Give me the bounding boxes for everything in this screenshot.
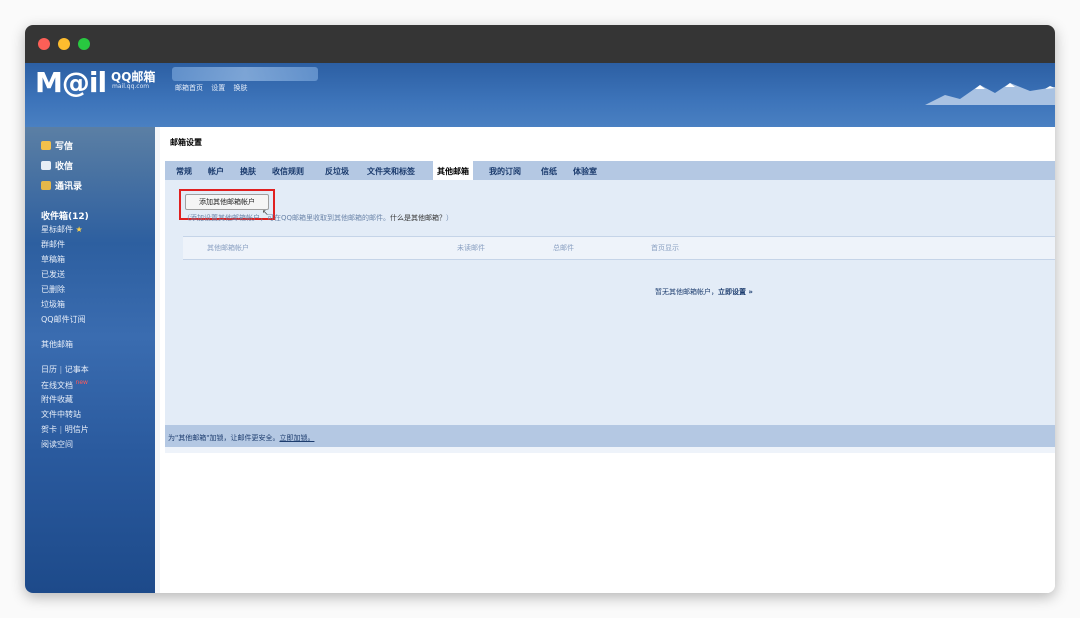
empty-state: 暂无其他邮箱帐户，立即设置 » (655, 287, 753, 297)
lock-now-link[interactable]: 立即加锁。 (279, 434, 314, 442)
contacts-label: 通讯录 (55, 182, 83, 192)
hint-suffix: ） (446, 214, 454, 222)
sidebar-item-reading[interactable]: 阅读空间 (41, 439, 73, 450)
starred-label: 星标邮件 (41, 225, 73, 234)
sidebar-item-calendar[interactable]: 日历 (41, 365, 57, 374)
sidebar: 写信 收信 通讯录 收件箱(12) 星标邮件 ★ 群邮件 草稿箱 已发送 已删除… (25, 127, 155, 593)
mountain-banner-icon (925, 83, 1055, 105)
home-link[interactable]: 邮箱首页 (175, 84, 203, 92)
main-content: 邮箱设置 常规 帐户 换肤 收信规则 反垃圾 文件夹和标签 其他邮箱 我的订阅 … (155, 127, 1055, 593)
add-other-mail-button[interactable]: 添加其他邮箱帐户 (185, 194, 269, 210)
new-badge: new (75, 379, 88, 386)
sidebar-item-sent[interactable]: 已发送 (41, 269, 65, 280)
column-total: 总邮件 (553, 244, 574, 252)
settings-link[interactable]: 设置 (211, 84, 225, 92)
footer-text: 为"其他邮箱"加锁，让邮件更安全。 (168, 434, 280, 442)
help-hint: （添加设置其他邮箱帐户，可在QQ邮箱里收取到其他邮箱的邮件。什么是其他邮箱？） (183, 213, 453, 223)
sidebar-row-cards: 贺卡 | 明信片 (41, 424, 89, 435)
browser-window: M@il QQ邮箱 mail.qq.com 邮箱首页 设置 换肤 写信 收信 通… (25, 25, 1055, 593)
separator: | (59, 365, 63, 374)
skin-link[interactable]: 换肤 (233, 84, 247, 92)
sidebar-item-group-mail[interactable]: 群邮件 (41, 239, 65, 250)
sidebar-item-notebook[interactable]: 记事本 (65, 365, 89, 374)
sidebar-item-attachments[interactable]: 附件收藏 (41, 394, 73, 405)
empty-message: 暂无其他邮箱帐户， (655, 288, 718, 296)
sidebar-item-postcards[interactable]: 明信片 (65, 425, 89, 434)
separator: | (59, 425, 63, 434)
column-homepage-display: 首页显示 (651, 244, 679, 252)
other-mail-panel: 添加其他邮箱帐户 ↖ （添加设置其他邮箱帐户，可在QQ邮箱里收取到其他邮箱的邮件… (165, 180, 1055, 425)
footer-bar: 为"其他邮箱"加锁，让邮件更安全。立即加锁。 (165, 425, 1055, 447)
tab-anti-spam[interactable]: 反垃圾 (325, 166, 349, 177)
tab-other-mail[interactable]: 其他邮箱 (433, 161, 473, 180)
column-account: 其他邮箱帐户 (207, 244, 249, 252)
compose-label: 写信 (55, 142, 74, 152)
sidebar-row-calendar: 日历 | 记事本 (41, 364, 89, 375)
settings-tabs: 常规 帐户 换肤 收信规则 反垃圾 文件夹和标签 其他邮箱 我的订阅 信纸 体验… (165, 161, 1055, 180)
what-is-other-mail-link[interactable]: 什么是其他邮箱？ (390, 214, 446, 222)
inbox-icon (41, 161, 51, 170)
tab-general[interactable]: 常规 (176, 166, 192, 177)
sidebar-item-spam[interactable]: 垃圾箱 (41, 299, 65, 310)
footer-message: 为"其他邮箱"加锁，让邮件更安全。立即加锁。 (168, 433, 314, 443)
user-account-blurred (172, 67, 318, 81)
maximize-window-button[interactable] (78, 38, 90, 50)
divider (165, 447, 1055, 453)
compose-button[interactable]: 写信 (41, 139, 73, 152)
star-icon: ★ (75, 225, 83, 234)
minimize-window-button[interactable] (58, 38, 70, 50)
column-unread: 未读邮件 (457, 244, 485, 252)
contacts-icon (41, 181, 51, 190)
sidebar-item-deleted[interactable]: 已删除 (41, 284, 65, 295)
mail-logo[interactable]: M@il (35, 66, 107, 99)
sidebar-item-transfer[interactable]: 文件中转站 (41, 409, 81, 420)
receive-label: 收信 (55, 162, 74, 172)
tab-subscriptions[interactable]: 我的订阅 (489, 166, 521, 177)
sidebar-item-inbox[interactable]: 收件箱(12) (41, 209, 89, 222)
close-window-button[interactable] (38, 38, 50, 50)
hint-prefix: （添加设置其他邮箱帐户，可在QQ邮箱里收取到其他邮箱的邮件。 (183, 214, 391, 222)
setup-now-link[interactable]: 立即设置 » (718, 288, 753, 296)
sidebar-item-other-mail[interactable]: 其他邮箱 (41, 339, 73, 350)
tab-stationery[interactable]: 信纸 (541, 166, 557, 177)
contacts-button[interactable]: 通讯录 (41, 179, 82, 192)
top-links: 邮箱首页 设置 换肤 (175, 83, 253, 93)
domain-label: mail.qq.com (112, 83, 150, 90)
pencil-icon (41, 141, 51, 150)
tab-mail-rules[interactable]: 收信规则 (272, 166, 304, 177)
accounts-table-header: 其他邮箱帐户 未读邮件 总邮件 首页显示 (183, 236, 1055, 260)
tab-account[interactable]: 帐户 (208, 166, 224, 177)
sidebar-item-cards[interactable]: 贺卡 (41, 425, 57, 434)
sidebar-item-starred[interactable]: 星标邮件 ★ (41, 224, 83, 235)
tab-skin[interactable]: 换肤 (240, 166, 256, 177)
page-title: 邮箱设置 (170, 138, 202, 147)
mail-header: M@il QQ邮箱 mail.qq.com 邮箱首页 设置 换肤 (25, 63, 1055, 127)
docs-label: 在线文档 (41, 381, 73, 390)
receive-button[interactable]: 收信 (41, 159, 73, 172)
tab-folders-labels[interactable]: 文件夹和标签 (367, 166, 415, 177)
sidebar-item-docs[interactable]: 在线文档 new (41, 379, 88, 391)
sidebar-item-drafts[interactable]: 草稿箱 (41, 254, 65, 265)
sidebar-item-subscriptions[interactable]: QQ邮件订阅 (41, 314, 86, 325)
title-bar (25, 25, 1055, 63)
tab-lab[interactable]: 体验室 (573, 166, 597, 177)
